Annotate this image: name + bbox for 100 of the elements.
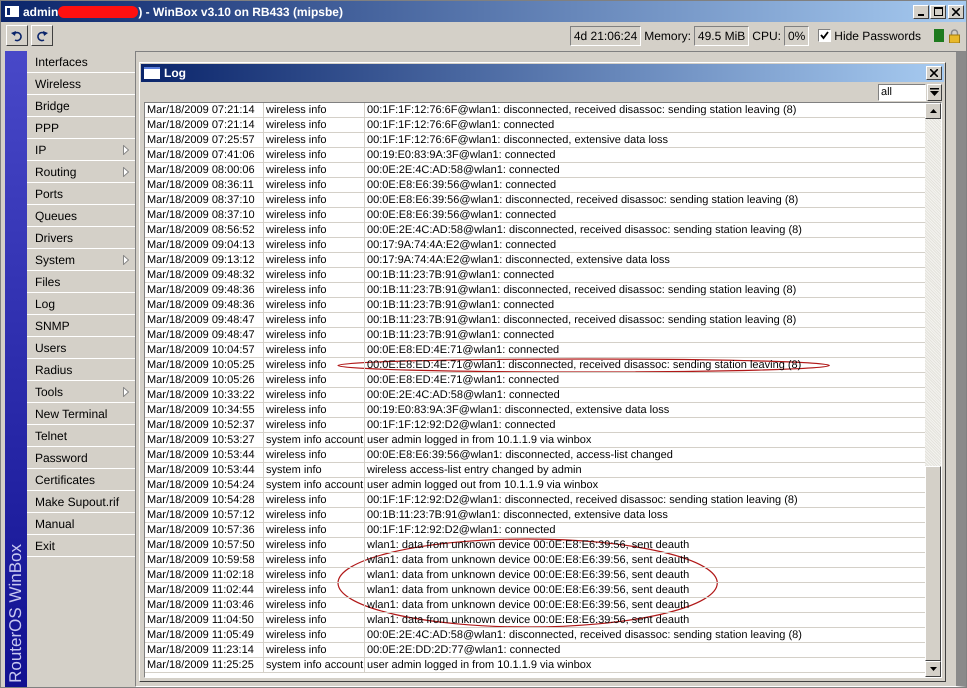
cpu-field: 0%: [784, 26, 810, 46]
time-cell: Mar/18/2009 09:04:13: [147, 239, 255, 251]
topics-cell: wireless info: [266, 344, 327, 356]
scroll-up-button[interactable]: [925, 103, 941, 119]
time-cell: Mar/18/2009 09:48:36: [147, 299, 255, 311]
time-cell: Mar/18/2009 10:04:57: [147, 344, 255, 356]
time-cell: Mar/18/2009 10:34:55: [147, 404, 255, 416]
filter-dropdown[interactable]: all: [878, 84, 926, 100]
time-cell: Mar/18/2009 08:36:11: [147, 179, 254, 191]
topics-cell: wireless info: [266, 194, 327, 206]
message-cell: 00:1F:1F:12:92:D2@wlan1: disconnected, received disassoc: sending station leaving (8): [367, 494, 798, 506]
cpu-label: CPU:: [752, 28, 781, 42]
minimize-icon: [918, 14, 924, 16]
dropdown-arrow-icon: [930, 88, 939, 96]
dropdown-button[interactable]: [927, 84, 942, 100]
message-cell: 00:1F:1F:12:76:6F@wlan1: disconnected, extensive data loss: [367, 134, 668, 146]
time-cell: Mar/18/2009 11:23:14: [147, 644, 254, 656]
topics-cell: wireless info: [266, 554, 327, 566]
time-cell: Mar/18/2009 09:48:32: [147, 269, 255, 281]
topics-cell: wireless info: [266, 299, 327, 311]
scrollbar[interactable]: [925, 103, 941, 677]
topics-cell: wireless info: [266, 404, 327, 416]
time-cell: Mar/18/2009 10:53:27: [147, 434, 255, 446]
time-cell: Mar/18/2009 10:57:50: [147, 539, 255, 551]
redo-icon: [36, 30, 48, 42]
topics-cell: wireless info: [266, 644, 327, 656]
message-cell: 00:0E:E8:ED:4E:71@wlan1: connected: [367, 344, 560, 356]
message-cell: 00:1F:1F:12:92:D2@wlan1: connected: [367, 524, 556, 536]
topics-cell: wireless info: [266, 629, 327, 641]
topics-cell: wireless info: [266, 359, 327, 371]
topics-cell: wireless info: [266, 104, 327, 116]
window-icon: [144, 67, 160, 79]
time-cell: Mar/18/2009 11:05:49: [147, 629, 254, 641]
topics-cell: wireless info: [266, 269, 327, 281]
topics-cell: wireless info: [266, 119, 327, 131]
window-icon: [5, 6, 19, 17]
message-cell: 00:1B:11:23:7B:91@wlan1: connected: [367, 299, 554, 311]
time-cell: Mar/18/2009 11:02:18: [147, 569, 254, 581]
topics-cell: wireless info: [266, 569, 327, 581]
message-cell: 00:0E:E8:E6:39:56@wlan1: disconnected, access-list changed: [367, 449, 673, 461]
time-cell: Mar/18/2009 08:00:06: [147, 164, 255, 176]
close-icon: [952, 8, 960, 16]
time-cell: Mar/18/2009 10:59:58: [147, 554, 255, 566]
maximize-button[interactable]: [930, 4, 946, 18]
scroll-down-button[interactable]: [925, 661, 941, 677]
time-cell: Mar/18/2009 10:33:22: [147, 389, 255, 401]
time-cell: Mar/18/2009 07:21:14: [147, 104, 255, 116]
time-cell: Mar/18/2009 07:21:14: [147, 119, 255, 131]
hide-passwords-label: Hide Passwords: [834, 28, 921, 42]
undo-button[interactable]: [6, 25, 28, 46]
topics-cell: wireless info: [266, 449, 327, 461]
topics-cell: wireless info: [266, 419, 327, 431]
topics-cell: wireless info: [266, 389, 327, 401]
window-title: admin: [23, 4, 58, 18]
topics-cell: wireless info: [266, 524, 327, 536]
topics-cell: wireless info: [266, 329, 327, 341]
topics-cell: wireless info: [266, 599, 327, 611]
message-cell: 00:19:E0:83:9A:3F@wlan1: connected: [367, 149, 556, 161]
maximize-icon: [934, 7, 942, 16]
topics-cell: wireless info: [266, 224, 327, 236]
status-indicator-icon: [934, 29, 944, 42]
time-cell: Mar/18/2009 10:05:25: [147, 359, 255, 371]
time-cell: Mar/18/2009 09:48:36: [147, 284, 255, 296]
time-cell: Mar/18/2009 11:02:44: [147, 584, 254, 596]
lock-icon: [949, 28, 960, 42]
time-cell: Mar/18/2009 11:25:25: [147, 659, 254, 671]
topics-cell: system info account: [266, 479, 364, 491]
time-cell: Mar/18/2009 10:54:24: [147, 479, 255, 491]
log-title: Log: [164, 66, 186, 80]
topics-cell: wireless info: [266, 209, 327, 221]
message-cell: wlan1: data from unknown device 00:0E:E8:E6:39:56, sent deauth: [367, 584, 690, 596]
message-cell: 00:1B:11:23:7B:91@wlan1: disconnected, received disassoc: sending station leaving (8): [367, 314, 796, 326]
message-cell: 00:0E:2E:4C:AD:58@wlan1: disconnected, received disassoc: sending station leaving (8): [367, 629, 802, 641]
down-arrow-icon: [930, 667, 936, 671]
message-cell: wlan1: data from unknown device 00:0E:E8:E6:39:56, sent deauth: [367, 554, 690, 566]
time-cell: Mar/18/2009 10:52:37: [147, 419, 255, 431]
memory-field: 49.5 MiB: [694, 26, 750, 46]
window-title: ) - WinBox v3.10 on RB433 (mipsbe): [138, 4, 343, 18]
close-icon: [930, 69, 938, 77]
undo-icon: [11, 30, 23, 42]
close-button[interactable]: [948, 4, 964, 18]
up-arrow-icon: [930, 109, 936, 113]
redo-button[interactable]: [31, 25, 53, 46]
message-cell: 00:1B:11:23:7B:91@wlan1: connected: [367, 269, 554, 281]
close-button[interactable]: [926, 66, 942, 80]
minimize-button[interactable]: [913, 4, 929, 18]
topics-cell: wireless info: [266, 134, 327, 146]
message-cell: 00:1B:11:23:7B:91@wlan1: disconnected, extensive data loss: [367, 509, 668, 521]
message-cell: 00:1B:11:23:7B:91@wlan1: connected: [367, 329, 554, 341]
message-cell: 00:0E:2E:4C:AD:58@wlan1: connected: [367, 389, 560, 401]
topics-cell: wireless info: [266, 239, 327, 251]
time-cell: Mar/18/2009 07:41:06: [147, 149, 255, 161]
hide-passwords-checkbox[interactable]: [818, 29, 832, 42]
time-cell: Mar/18/2009 10:53:44: [147, 464, 255, 476]
message-cell: wireless access-list entry changed by admin: [367, 464, 582, 476]
message-cell: 00:0E:E8:E6:39:56@wlan1: connected: [367, 179, 556, 191]
scroll-thumb[interactable]: [925, 466, 941, 661]
message-cell: 00:17:9A:74:4A:E2@wlan1: disconnected, extensive data loss: [367, 254, 670, 266]
time-cell: Mar/18/2009 10:57:36: [147, 524, 255, 536]
topics-cell: wireless info: [266, 314, 327, 326]
